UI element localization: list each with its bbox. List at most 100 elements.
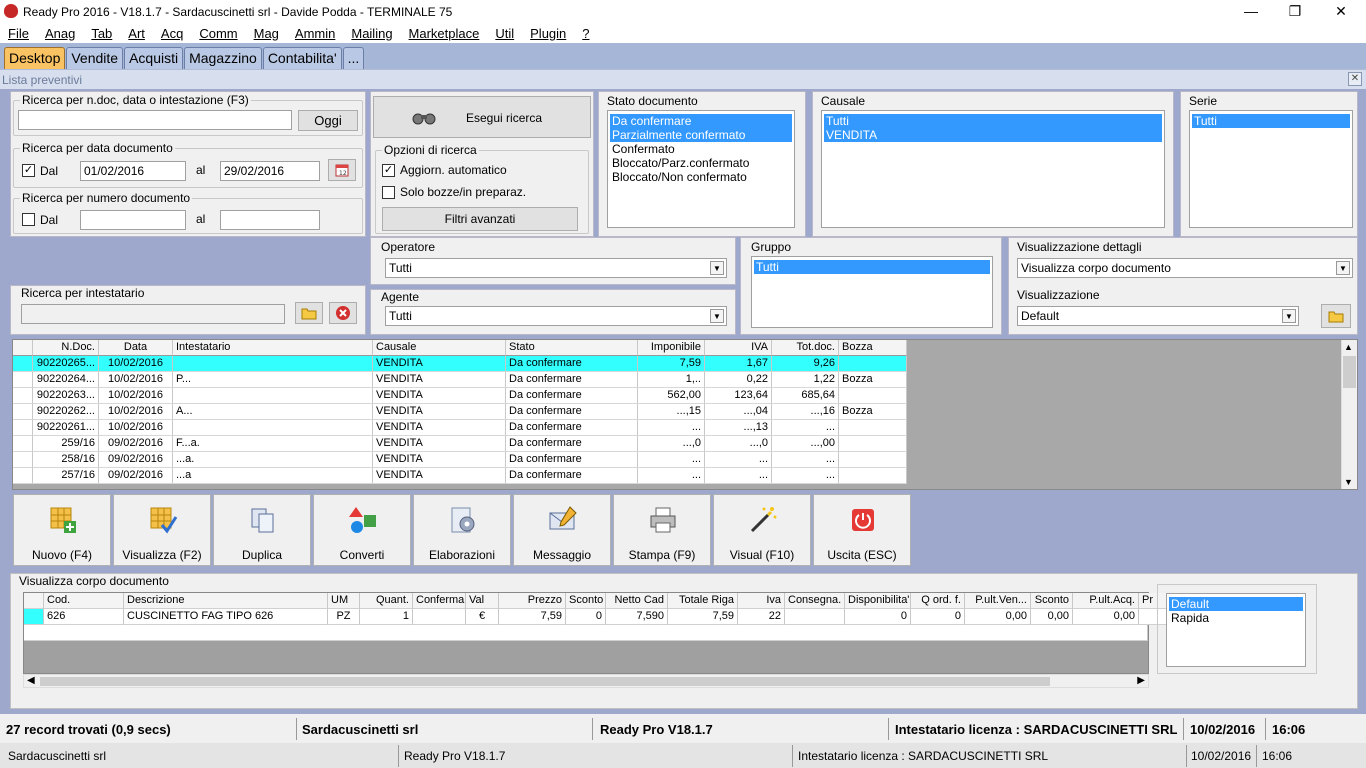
table-cell[interactable]: VENDITA	[373, 468, 506, 484]
table-cell[interactable]: 1,..	[638, 372, 705, 388]
column-header[interactable]: Stato	[506, 340, 638, 356]
column-header[interactable]: IVA	[705, 340, 772, 356]
scroll-thumb[interactable]	[1343, 356, 1356, 388]
close-form-icon[interactable]: ✕	[1348, 72, 1362, 86]
column-header[interactable]: Quant.	[360, 593, 413, 609]
column-header[interactable]: Disponibilita'	[845, 593, 911, 609]
table-cell[interactable]	[839, 468, 907, 484]
column-header[interactable]: Bozza	[839, 340, 907, 356]
duplica-button[interactable]: Duplica	[213, 494, 311, 566]
table-cell[interactable]: 626	[44, 609, 124, 625]
table-cell[interactable]: 10/02/2016	[99, 404, 173, 420]
menu-acq[interactable]: Acq	[153, 26, 191, 41]
table-cell[interactable]	[785, 609, 845, 625]
date-to-input[interactable]: 29/02/2016	[220, 161, 320, 181]
table-cell[interactable]: ...	[638, 420, 705, 436]
table-cell[interactable]: 7,59	[668, 609, 738, 625]
serie-list[interactable]: Tutti	[1189, 110, 1353, 228]
table-cell[interactable]: ...,16	[772, 404, 839, 420]
esegui-ricerca-button[interactable]: Esegui ricerca	[373, 96, 591, 138]
table-cell[interactable]	[173, 356, 373, 372]
table-row[interactable]: 90220261... 10/02/2016 VENDITA Da confermar…	[13, 420, 907, 436]
column-header[interactable]: Causale	[373, 340, 506, 356]
table-cell[interactable]: 1,22	[772, 372, 839, 388]
table-cell[interactable]	[413, 609, 466, 625]
table-cell[interactable]: ...,15	[638, 404, 705, 420]
column-header[interactable]: Data	[99, 340, 173, 356]
calendar-icon[interactable]: 12	[328, 159, 356, 181]
table-cell[interactable]: ...	[772, 452, 839, 468]
table-cell[interactable]: VENDITA	[373, 420, 506, 436]
table-cell[interactable]: ...a.	[173, 452, 373, 468]
folder-icon[interactable]	[295, 302, 323, 324]
table-cell[interactable]: ...	[772, 468, 839, 484]
table-cell[interactable]: 7,59	[499, 609, 566, 625]
column-header[interactable]: UM	[328, 593, 360, 609]
causale-list[interactable]: Tutti VENDITA	[821, 110, 1165, 228]
row-selector[interactable]	[13, 372, 33, 388]
table-cell[interactable]: ...	[772, 420, 839, 436]
aggiorn-automatico-checkbox[interactable]: ✓	[382, 164, 395, 177]
table-cell[interactable]: 09/02/2016	[99, 468, 173, 484]
column-header[interactable]: Q ord. f.	[911, 593, 965, 609]
table-cell[interactable]: 90220265...	[33, 356, 99, 372]
row-selector[interactable]	[13, 468, 33, 484]
table-row[interactable]: 258/16 09/02/2016 ...a. VENDITA Da confermar…	[13, 452, 907, 468]
list-item[interactable]: Da confermare	[610, 114, 792, 128]
solo-bozze-checkbox[interactable]	[382, 186, 395, 199]
number-from-input[interactable]	[80, 210, 186, 230]
menu-anag[interactable]: Anag	[37, 26, 83, 41]
visualizzazione-select[interactable]: Default ▼	[1017, 306, 1299, 326]
scroll-up-icon[interactable]: ▲	[1344, 342, 1353, 352]
table-cell[interactable]: Da confermare	[506, 372, 638, 388]
table-cell[interactable]: P...	[173, 372, 373, 388]
list-item[interactable]: Tutti	[824, 114, 1162, 128]
table-cell[interactable]: ...,0	[705, 436, 772, 452]
table-cell[interactable]	[839, 420, 907, 436]
table-cell[interactable]: Bozza	[839, 372, 907, 388]
date-from-input[interactable]: 01/02/2016	[80, 161, 186, 181]
tab-desktop[interactable]: Desktop	[4, 47, 66, 69]
table-cell[interactable]: 10/02/2016	[99, 356, 173, 372]
tab-more[interactable]: ...	[342, 47, 365, 69]
layout-list[interactable]: Default Rapida	[1166, 593, 1306, 667]
table-cell[interactable]: ...,00	[772, 436, 839, 452]
column-header[interactable]: N.Doc.	[33, 340, 99, 356]
column-header[interactable]: Iva	[738, 593, 785, 609]
list-item[interactable]: Bloccato/Parz.confermato	[610, 156, 792, 170]
table-cell[interactable]: €	[466, 609, 499, 625]
table-cell[interactable]: 7,590	[606, 609, 668, 625]
table-cell[interactable]: 1	[360, 609, 413, 625]
table-cell[interactable]: Da confermare	[506, 356, 638, 372]
table-cell[interactable]: ...,0	[638, 436, 705, 452]
table-cell[interactable]: ...,04	[705, 404, 772, 420]
table-row[interactable]: 90220262... 10/02/2016 A... VENDITA Da confe…	[13, 404, 907, 420]
table-cell[interactable]: 0,00	[1073, 609, 1139, 625]
tab-contabilita[interactable]: Contabilita'	[262, 47, 342, 69]
table-cell[interactable]: 123,64	[705, 388, 772, 404]
tab-acquisti[interactable]: Acquisti	[124, 47, 184, 69]
clear-icon[interactable]	[329, 302, 357, 324]
table-cell[interactable]	[173, 420, 373, 436]
table-cell[interactable]: 0	[566, 609, 606, 625]
row-selector[interactable]	[13, 436, 33, 452]
table-cell[interactable]	[839, 452, 907, 468]
menu-art[interactable]: Art	[120, 26, 153, 41]
menu-util[interactable]: Util	[487, 26, 522, 41]
table-row[interactable]: 257/16 09/02/2016 ...a VENDITA Da confermare…	[13, 468, 907, 484]
results-grid[interactable]: N.Doc. Data Intestatario Causale Stato I…	[12, 339, 1358, 490]
tab-magazzino[interactable]: Magazzino	[184, 47, 262, 69]
list-item[interactable]: Default	[1169, 597, 1303, 611]
table-cell[interactable]: 10/02/2016	[99, 372, 173, 388]
table-cell[interactable]: 90220263...	[33, 388, 99, 404]
list-item[interactable]: Rapida	[1169, 611, 1303, 625]
table-cell[interactable]: 10/02/2016	[99, 420, 173, 436]
column-header[interactable]: Conferma	[413, 593, 466, 609]
menu-mag[interactable]: Mag	[246, 26, 287, 41]
operatore-select[interactable]: Tutti ▼	[385, 258, 727, 278]
filtri-avanzati-button[interactable]: Filtri avanzati	[382, 207, 578, 231]
table-cell[interactable]: 90220261...	[33, 420, 99, 436]
table-cell[interactable]: 258/16	[33, 452, 99, 468]
row-selector[interactable]	[13, 452, 33, 468]
table-row[interactable]: 90220264... 10/02/2016 P... VENDITA Da confe…	[13, 372, 907, 388]
